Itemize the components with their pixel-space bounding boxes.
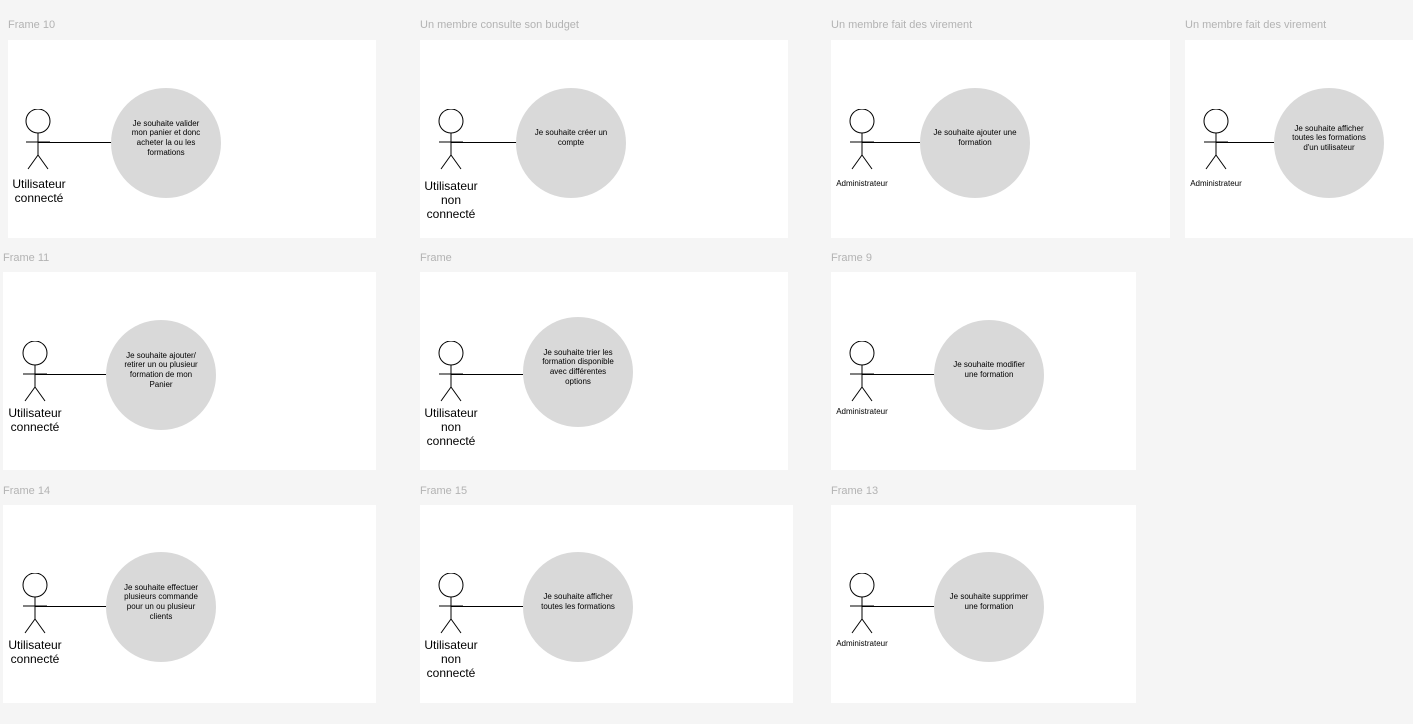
association-line [862, 606, 934, 607]
use-case-label: Je souhaite valider mon panier et donc a… [131, 118, 201, 157]
frame-virement-1[interactable]: Je souhaite ajouter une formation Admini… [831, 40, 1170, 238]
actor-label: Administrateur [836, 407, 888, 416]
frame-tri[interactable]: Je souhaite trier les formation disponib… [420, 272, 788, 470]
frame-title[interactable]: Frame 15 [420, 485, 467, 498]
frame-14[interactable]: Je souhaite effectuer plusieurs commande… [3, 505, 376, 703]
actor-label: Utilisateur non connecté [424, 179, 478, 221]
association-line [451, 374, 523, 375]
association-line [862, 142, 920, 143]
use-case[interactable]: Je souhaite créer un compte [516, 88, 626, 198]
use-case[interactable]: Je souhaite supprimer une formation [934, 552, 1044, 662]
use-case-label: Je souhaite modifier une formation [953, 360, 1025, 379]
frame-title[interactable]: Un membre consulte son budget [420, 19, 579, 32]
actor-label: Utilisateur connecté [8, 638, 62, 666]
actor-icon [849, 341, 879, 405]
frame-title[interactable]: Frame 11 [3, 252, 49, 265]
frame-9[interactable]: Je souhaite modifier une formation Admin… [831, 272, 1136, 470]
actor-icon [1203, 109, 1233, 173]
association-line [1216, 142, 1274, 143]
association-line [35, 374, 106, 375]
frame-title[interactable]: Frame 9 [831, 252, 872, 265]
use-case[interactable]: Je souhaite afficher toutes les formatio… [523, 552, 633, 662]
actor-icon [849, 109, 879, 173]
actor-label: Administrateur [836, 639, 888, 648]
use-case-label: Je souhaite afficher toutes les formatio… [1292, 123, 1366, 152]
frame-budget[interactable]: Je souhaite créer un compte Utilisateur … [420, 40, 788, 238]
frame-10[interactable]: Je souhaite valider mon panier et donc a… [8, 40, 376, 238]
use-case-label: Je souhaite effectuer plusieurs commande… [123, 582, 199, 621]
actor-icon [22, 341, 52, 405]
actor-icon [438, 109, 468, 173]
actor-icon [22, 573, 52, 637]
actor-label: Utilisateur connecté [8, 406, 62, 434]
actor-label: Utilisateur non connecté [424, 638, 478, 680]
frame-virement-2[interactable]: Je souhaite afficher toutes les formatio… [1185, 40, 1413, 238]
actor-icon [25, 109, 55, 173]
frame-title[interactable]: Frame 10 [8, 19, 55, 32]
actor-label: Utilisateur connecté [12, 177, 66, 205]
actor-icon [849, 573, 879, 637]
frame-title[interactable]: Frame [420, 252, 452, 265]
association-line [451, 142, 517, 143]
use-case-label: Je souhaite créer un compte [534, 128, 608, 147]
association-line [38, 142, 112, 143]
frame-11[interactable]: Je souhaite ajouter/ retirer un ou plusi… [3, 272, 376, 470]
association-line [35, 606, 106, 607]
use-case-label: Je souhaite trier les formation disponib… [542, 347, 614, 386]
use-case-label: Je souhaite afficher toutes les formatio… [541, 592, 615, 611]
frame-title[interactable]: Un membre fait des virement [1185, 19, 1326, 32]
use-case[interactable]: Je souhaite ajouter une formation [920, 88, 1030, 198]
use-case-label: Je souhaite ajouter une formation [933, 128, 1017, 147]
use-case[interactable]: Je souhaite trier les formation disponib… [523, 317, 633, 427]
actor-icon [438, 573, 468, 637]
frame-title[interactable]: Frame 14 [3, 485, 50, 498]
frame-15[interactable]: Je souhaite afficher toutes les formatio… [420, 505, 793, 703]
use-case-label: Je souhaite supprimer une formation [949, 592, 1029, 611]
use-case-label: Je souhaite ajouter/ retirer un ou plusi… [124, 350, 198, 389]
frame-13[interactable]: Je souhaite supprimer une formation Admi… [831, 505, 1136, 703]
frame-title[interactable]: Frame 13 [831, 485, 878, 498]
use-case[interactable]: Je souhaite effectuer plusieurs commande… [106, 552, 216, 662]
use-case[interactable]: Je souhaite modifier une formation [934, 320, 1044, 430]
use-case[interactable]: Je souhaite ajouter/ retirer un ou plusi… [106, 320, 216, 430]
actor-label: Utilisateur non connecté [424, 406, 478, 448]
use-case[interactable]: Je souhaite afficher toutes les formatio… [1274, 88, 1384, 198]
actor-label: Administrateur [1190, 179, 1242, 188]
association-line [451, 606, 523, 607]
use-case[interactable]: Je souhaite valider mon panier et donc a… [111, 88, 221, 198]
frame-title[interactable]: Un membre fait des virement [831, 19, 972, 32]
actor-label: Administrateur [836, 179, 888, 188]
actor-icon [438, 341, 468, 405]
association-line [862, 374, 934, 375]
